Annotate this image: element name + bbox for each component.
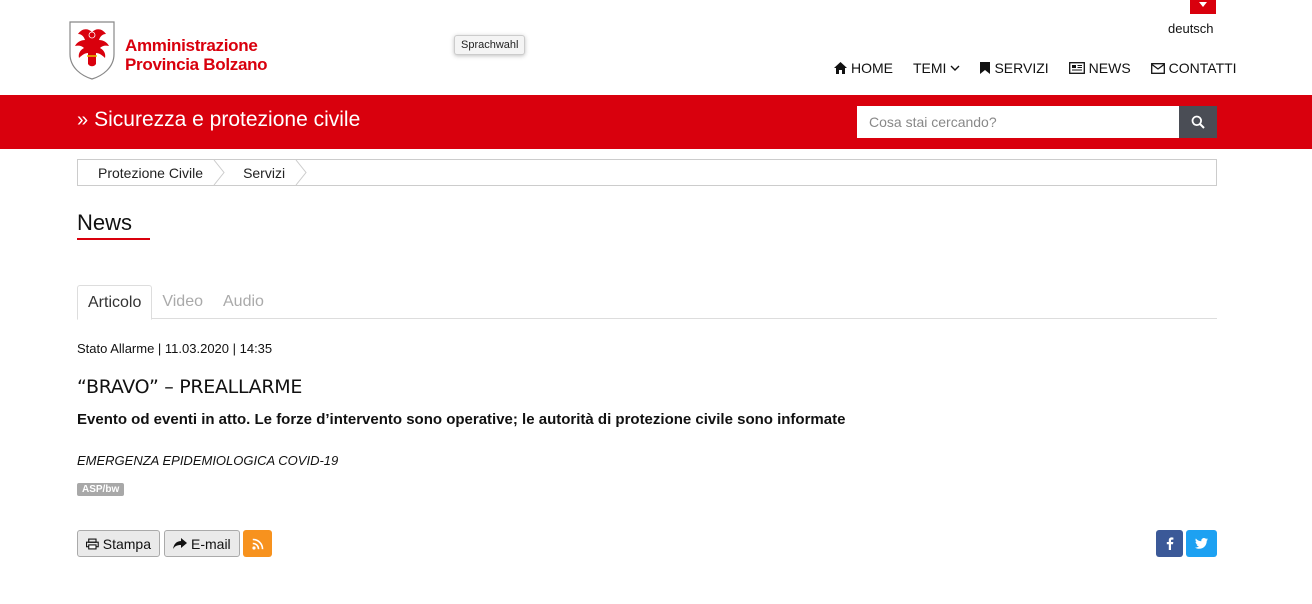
twitter-share-button[interactable] [1186,530,1217,557]
nav-home-label: HOME [851,60,893,76]
email-button[interactable]: E-mail [164,530,240,557]
rss-button[interactable] [243,530,272,557]
email-label: E-mail [191,535,231,552]
search-button[interactable] [1179,106,1217,138]
bookmark-icon [980,62,991,74]
logo-line-1: Amministrazione [125,36,258,55]
article-category: EMERGENZA EPIDEMIOLOGICA COVID-19 [77,453,339,468]
print-label: Stampa [102,535,151,552]
breadcrumb-separator-icon [295,160,307,185]
language-tooltip: Sprachwahl [454,35,526,55]
print-button[interactable]: Stampa [77,530,160,557]
tab-articolo[interactable]: Articolo [77,285,153,320]
home-icon [834,62,847,74]
nav-servizi[interactable]: SERVIZI [980,60,1049,76]
double-chevron-right-icon: » [77,108,89,131]
nav-news[interactable]: NEWS [1068,60,1131,76]
tab-video[interactable]: Video [152,285,213,319]
search-input[interactable] [857,106,1179,138]
breadcrumb-label: Servizi [243,164,286,181]
envelope-icon [1150,62,1165,74]
facebook-share-button[interactable] [1156,530,1183,557]
nav-home[interactable]: HOME [834,60,893,76]
article-meta: Stato Allarme | 11.03.2020 | 14:35 [77,341,273,356]
facebook-icon [1166,537,1173,550]
breadcrumb-item-protezione-civile[interactable]: Protezione Civile [78,160,225,185]
nav-news-label: NEWS [1088,60,1131,76]
main-nav: HOME TEMI SERVIZI NEWS CONTATTI [834,60,1237,76]
section-title-link[interactable]: » Sicurezza e protezione civile [77,108,360,132]
title-underline [77,238,150,240]
breadcrumb-item-servizi[interactable]: Servizi [223,160,307,185]
section-bar: » Sicurezza e protezione civile [0,95,1312,149]
site-logo[interactable]: Amministrazione Provincia Bolzano [68,20,268,80]
media-tabs: Articolo Video Audio [77,285,1217,320]
page-title: News [77,210,133,235]
eagle-coat-of-arms-icon [69,21,115,80]
nav-contatti[interactable]: CONTATTI [1150,60,1237,76]
language-label[interactable]: deutsch [1168,21,1214,36]
nav-temi[interactable]: TEMI [913,60,960,76]
author-tag: ASP/bw [77,483,125,496]
logo-line-2: Provincia Bolzano [125,55,268,74]
twitter-icon [1195,538,1208,549]
breadcrumb: Protezione Civile Servizi [77,159,1217,186]
chevron-down-icon [950,65,960,71]
nav-contatti-label: CONTATTI [1168,60,1237,76]
chevron-down-icon [1199,2,1207,7]
nav-servizi-label: SERVIZI [994,60,1049,76]
article-title: “BRAVO” – PREALLARME [77,376,303,398]
breadcrumb-label: Protezione Civile [98,164,204,181]
newspaper-icon [1068,62,1085,74]
share-arrow-icon [173,537,187,549]
nav-temi-label: TEMI [913,60,947,76]
print-icon [86,538,99,549]
rss-icon [251,538,263,550]
tab-audio[interactable]: Audio [213,285,274,319]
section-title: Sicurezza e protezione civile [94,108,361,131]
language-switch-button[interactable] [1190,0,1216,14]
article-subtitle: Evento od eventi in atto. Le forze d’int… [77,411,846,428]
search-icon [1191,115,1205,129]
